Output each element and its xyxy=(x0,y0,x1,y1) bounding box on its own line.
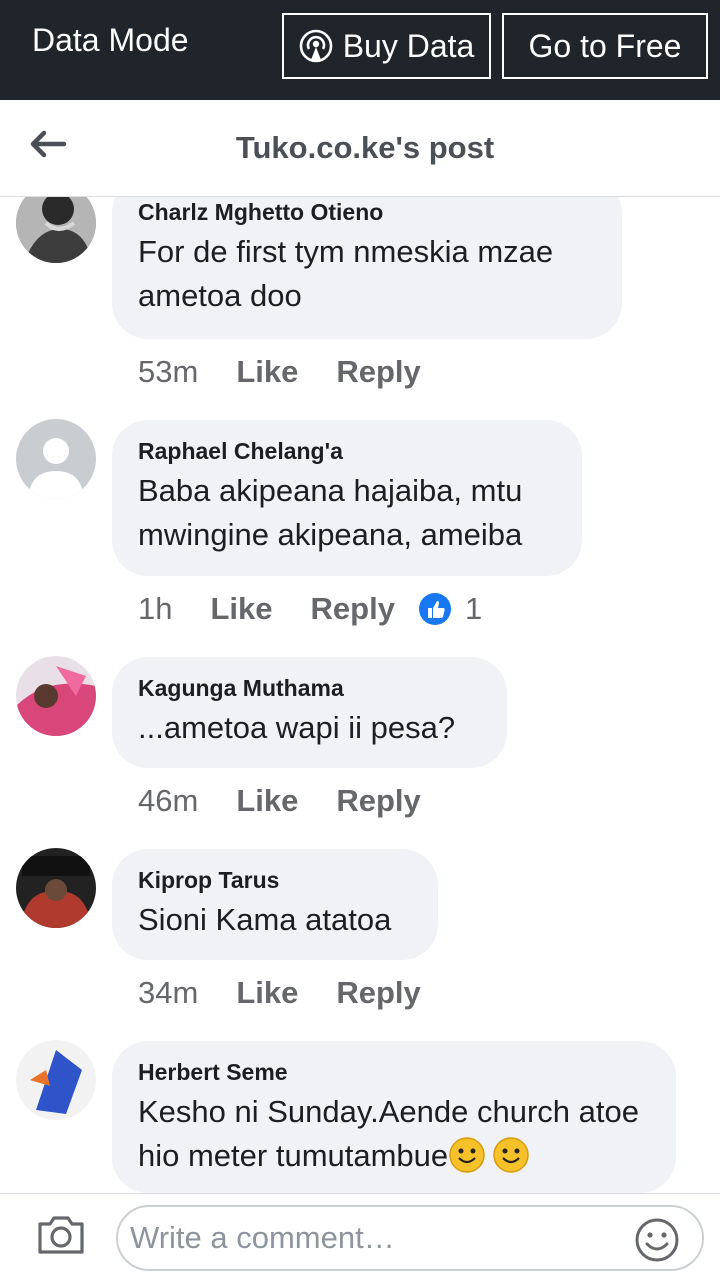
comment-author[interactable]: Kiprop Tarus xyxy=(138,867,410,894)
reply-button[interactable]: Reply xyxy=(336,354,420,390)
reply-button[interactable]: Reply xyxy=(336,975,420,1011)
comment-time[interactable]: 46m xyxy=(138,783,198,819)
comment-author[interactable]: Charlz Mghetto Otieno xyxy=(138,199,594,226)
like-button[interactable]: Like xyxy=(210,591,272,627)
comment-bubble[interactable]: Kagunga Muthama ...ametoa wapi ii pesa? xyxy=(112,657,507,768)
comment-bubble[interactable]: Raphael Chelang'a Baba akipeana hajaiba,… xyxy=(112,420,582,576)
comment-text: For de first tym nmeskia mzae ametoa doo xyxy=(138,234,554,313)
default-avatar-icon xyxy=(16,419,96,499)
comment-time[interactable]: 53m xyxy=(138,354,198,390)
comment-input[interactable]: Write a comment… xyxy=(116,1205,704,1271)
comment-text: Sioni Kama atatoa xyxy=(138,902,392,937)
like-button[interactable]: Like xyxy=(236,783,298,819)
comment-text: Kesho ni Sunday.Aende church atoe hio me… xyxy=(138,1094,639,1173)
data-mode-label: Data Mode xyxy=(32,22,189,58)
comment-bubble[interactable]: Charlz Mghetto Otieno For de first tym n… xyxy=(112,197,622,339)
like-button[interactable]: Like xyxy=(236,975,298,1011)
comment-time[interactable]: 1h xyxy=(138,591,172,627)
avatar-photo xyxy=(16,848,96,928)
comments-list[interactable]: Charlz Mghetto Otieno For de first tym n… xyxy=(0,197,720,1193)
comment-actions: 34m Like Reply xyxy=(138,975,459,1011)
emoji-icon[interactable] xyxy=(634,1217,680,1263)
buy-data-label: Buy Data xyxy=(342,27,475,64)
page-title: Tuko.co.ke's post xyxy=(235,130,495,165)
comment-time[interactable]: 34m xyxy=(138,975,198,1011)
data-mode-bar: Data Mode Buy Data Go to Free xyxy=(0,0,720,100)
comment-bubble[interactable]: Kiprop Tarus Sioni Kama atatoa xyxy=(112,849,438,960)
comment-author[interactable]: Kagunga Muthama xyxy=(138,675,479,702)
avatar[interactable] xyxy=(16,197,96,263)
avatar-photo xyxy=(16,197,96,263)
broadcast-icon xyxy=(299,29,332,63)
comment-actions: 53m Like Reply xyxy=(138,354,459,390)
like-reaction-icon xyxy=(418,593,451,625)
go-to-free-label: Go to Free xyxy=(528,27,682,64)
camera-icon[interactable] xyxy=(36,1214,86,1256)
reply-button[interactable]: Reply xyxy=(311,591,395,627)
avatar[interactable] xyxy=(16,1040,96,1120)
avatar[interactable] xyxy=(16,848,96,928)
reply-button[interactable]: Reply xyxy=(336,783,420,819)
comment-actions: 1h Like Reply 1 xyxy=(138,591,482,627)
comment-input-placeholder: Write a comment… xyxy=(130,1220,395,1255)
avatar-photo xyxy=(16,656,96,736)
reaction-summary[interactable]: 1 xyxy=(418,591,483,627)
comment-author[interactable]: Raphael Chelang'a xyxy=(138,438,554,465)
buy-data-button[interactable]: Buy Data xyxy=(282,13,491,79)
avatar[interactable] xyxy=(16,656,96,736)
smile-emoji-icon xyxy=(449,1137,485,1173)
comment-composer: Write a comment… xyxy=(0,1193,720,1275)
comment-text: ...ametoa wapi ii pesa? xyxy=(138,710,456,745)
comment-actions: 46m Like Reply xyxy=(138,783,459,819)
post-header: Tuko.co.ke's post xyxy=(0,100,720,197)
comment-author[interactable]: Herbert Seme xyxy=(138,1059,648,1086)
comment-bubble[interactable]: Herbert Seme Kesho ni Sunday.Aende churc… xyxy=(112,1041,676,1193)
like-button[interactable]: Like xyxy=(236,354,298,390)
smile-emoji-icon xyxy=(493,1137,529,1173)
avatar-photo xyxy=(16,1040,96,1120)
go-to-free-button[interactable]: Go to Free xyxy=(502,13,708,79)
avatar[interactable] xyxy=(16,419,96,499)
reaction-count: 1 xyxy=(464,591,483,626)
comment-text: Baba akipeana hajaiba, mtu mwingine akip… xyxy=(138,473,523,552)
